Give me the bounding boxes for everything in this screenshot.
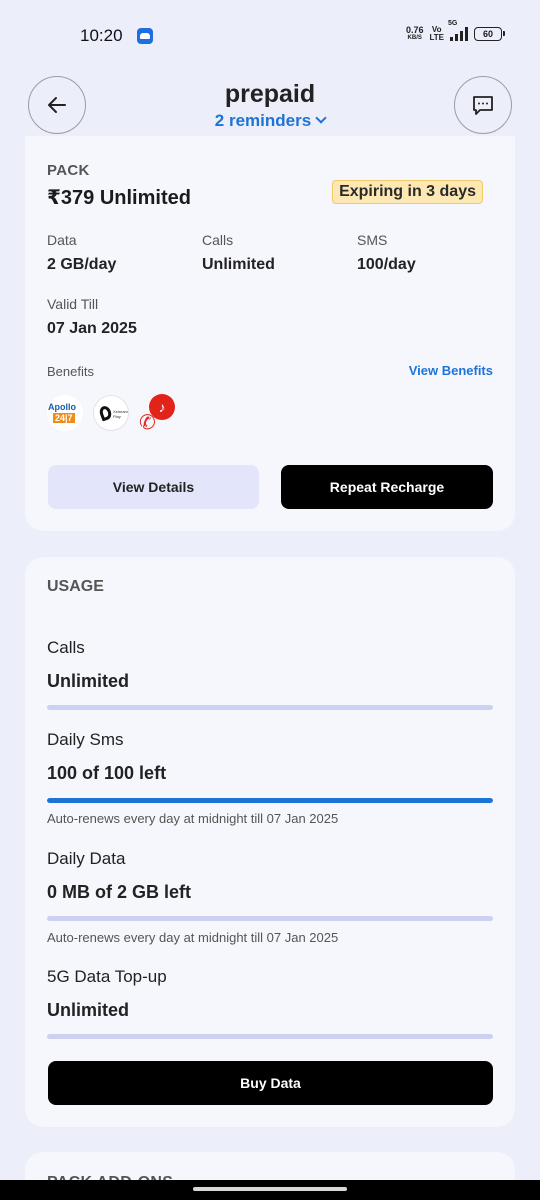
data-value: 2 GB/day — [47, 256, 117, 273]
chat-icon — [473, 96, 493, 115]
sms-label: SMS — [357, 232, 388, 248]
usage-5g-bar — [47, 1034, 493, 1039]
calls-value: Unlimited — [202, 256, 275, 273]
data-label: Data — [47, 232, 77, 248]
gesture-bar — [0, 1180, 540, 1200]
phone-icon: ✆ — [139, 412, 156, 434]
status-indicators: 0.76 KB/S Vo LTE 5G 60 — [406, 20, 505, 42]
xstream-play-icon[interactable]: Xstream Play — [93, 395, 129, 431]
usage-sms-label: Daily Sms — [47, 730, 124, 749]
usage-card: USAGE Calls Unlimited Daily Sms 100 of 1… — [25, 557, 515, 1127]
usage-sms-value: 100 of 100 left — [47, 763, 167, 783]
view-details-button[interactable]: View Details — [48, 465, 259, 509]
volte-icon: Vo LTE — [429, 26, 444, 42]
notification-app-icon — [137, 28, 153, 44]
usage-title: USAGE — [47, 578, 104, 595]
chat-button[interactable] — [454, 76, 512, 134]
battery-icon: 60 — [474, 27, 505, 41]
usage-data-label: Daily Data — [47, 849, 126, 868]
apollo-247-icon[interactable]: Apollo 24|7 — [47, 395, 83, 431]
network-speed-unit: KB/S — [407, 35, 422, 41]
network-speed-value: 0.76 — [405, 25, 424, 35]
usage-bar-fill — [47, 798, 493, 803]
status-time: 10:20 — [80, 26, 123, 45]
sms-value: 100/day — [357, 256, 416, 273]
usage-sms-bar — [47, 798, 493, 803]
repeat-recharge-button[interactable]: Repeat Recharge — [281, 465, 493, 509]
buy-data-button[interactable]: Buy Data — [48, 1061, 493, 1105]
benefits-label: Benefits — [47, 364, 94, 379]
usage-calls-label: Calls — [47, 638, 85, 657]
airtel-logo-mark — [97, 404, 114, 422]
valid-till-label: Valid Till — [47, 296, 99, 312]
valid-till-value: 07 Jan 2025 — [47, 320, 137, 337]
pack-section-label: PACK — [47, 162, 90, 179]
battery-level: 60 — [482, 29, 493, 39]
xstream-play-text: Xstream Play — [113, 409, 128, 419]
expiry-badge: Expiring in 3 days — [332, 180, 483, 204]
calls-label: Calls — [202, 232, 234, 248]
network-type: 5G — [448, 20, 458, 27]
view-benefits-link[interactable]: View Benefits — [409, 363, 493, 378]
apollo-logo-247: 24|7 — [53, 413, 75, 423]
hellotunes-icon[interactable]: ♪ ✆ — [139, 394, 177, 434]
pack-name: ₹379 Unlimited — [47, 187, 191, 209]
network-speed: 0.76 KB/S — [406, 26, 424, 42]
volte-bottom: LTE — [429, 33, 444, 42]
usage-data-bar — [47, 916, 493, 921]
chevron-down-icon — [315, 112, 327, 124]
usage-5g-label: 5G Data Top-up — [47, 967, 167, 986]
usage-data-value: 0 MB of 2 GB left — [47, 882, 192, 902]
pack-card: PACK ₹379 Unlimited Expiring in 3 days D… — [25, 136, 515, 531]
usage-5g-value: Unlimited — [47, 1000, 130, 1020]
signal-icon: 5G — [448, 20, 468, 41]
status-bar: 10:20 0.76 KB/S Vo LTE 5G 60 — [0, 0, 540, 72]
usage-calls-bar — [47, 705, 493, 710]
apollo-logo-text: Apollo — [48, 402, 76, 412]
reminders-label: 2 reminders — [214, 111, 312, 130]
benefit-icons: Apollo 24|7 Xstream Play ♪ ✆ — [47, 394, 177, 434]
usage-data-note: Auto-renews every day at midnight till 0… — [47, 930, 339, 945]
usage-calls-value: Unlimited — [47, 671, 130, 691]
usage-sms-note: Auto-renews every day at midnight till 0… — [47, 811, 339, 826]
